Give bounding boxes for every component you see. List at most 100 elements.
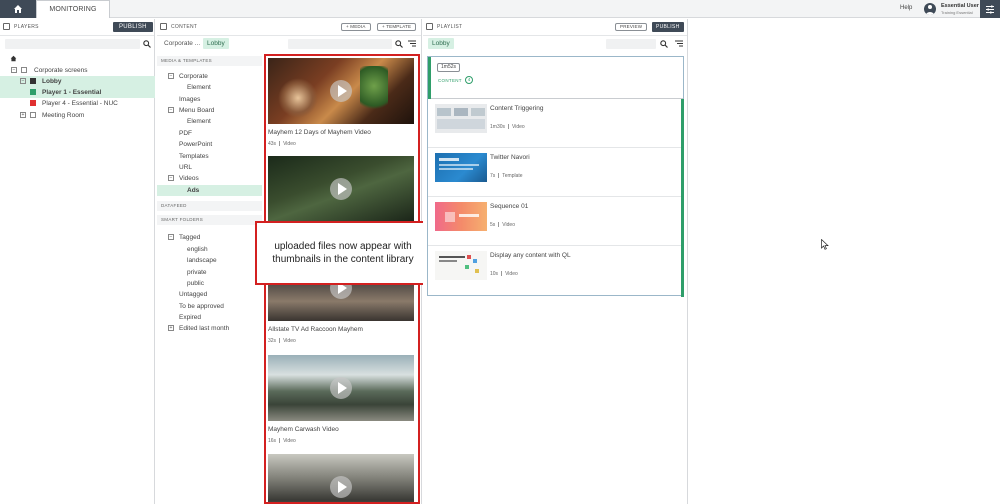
collapse-toggle[interactable]: −: [168, 175, 174, 181]
smart-folder-to-be-approved[interactable]: To be approved: [157, 301, 262, 312]
tree-item-lobby[interactable]: − Lobby: [0, 76, 155, 87]
tree-item-player-1[interactable]: Player 1 - Essential: [0, 87, 155, 98]
add-template-button[interactable]: + TEMPLATE: [377, 23, 417, 31]
playlist-duration: 1m52s: [437, 63, 461, 72]
root-home-icon[interactable]: [10, 55, 17, 62]
collapse-toggle[interactable]: −: [168, 73, 174, 79]
playlist-item-meta: 1m30s Video: [490, 124, 525, 130]
settings-sliders-icon: [986, 5, 994, 13]
playlist-item[interactable]: Sequence 01 5s Video: [428, 197, 681, 246]
folder-label: Templates: [179, 153, 209, 160]
media-meta: 32s Video: [268, 338, 414, 344]
folder-label: Tagged: [179, 234, 201, 241]
media-card[interactable]: Mayhem Carwash Video 16s Video: [268, 355, 414, 444]
media-duration: 32s: [268, 338, 277, 344]
play-icon[interactable]: [330, 178, 352, 200]
smart-folder-landscape[interactable]: landscape: [157, 255, 262, 266]
collapse-toggle[interactable]: −: [11, 67, 17, 73]
folder-menu-board[interactable]: − Menu Board: [157, 105, 262, 116]
content-icon: [160, 23, 167, 30]
checkbox[interactable]: [21, 67, 27, 73]
media-thumbnail[interactable]: [268, 156, 414, 222]
user-avatar-icon[interactable]: [924, 3, 936, 15]
section-datafeed[interactable]: DATAFEED: [157, 201, 262, 211]
annotation-callout: uploaded files now appear with thumbnail…: [255, 221, 431, 285]
playlist-item-duration: 1m30s: [490, 124, 506, 130]
playlist-search-input[interactable]: [606, 39, 656, 49]
playlist-item-title: Display any content with QL: [490, 252, 571, 259]
folder-url[interactable]: URL: [157, 162, 262, 173]
tree-item-meeting-room[interactable]: + Meeting Room: [0, 110, 155, 121]
search-icon[interactable]: [143, 40, 151, 48]
folder-element[interactable]: Element: [157, 82, 262, 93]
folder-ads[interactable]: Ads: [157, 185, 262, 196]
checkbox[interactable]: [30, 78, 36, 84]
playlist-item[interactable]: Content Triggering 1m30s Video: [428, 99, 681, 148]
collapse-toggle[interactable]: −: [168, 107, 174, 113]
media-thumbnail[interactable]: [268, 454, 414, 504]
collapse-toggle[interactable]: −: [168, 234, 174, 240]
user-name[interactable]: Essential User: [941, 3, 979, 9]
playlist-item[interactable]: Display any content with QL 10s Video: [428, 246, 681, 295]
accent-bar: [681, 99, 684, 297]
smart-folder-untagged[interactable]: Untagged: [157, 289, 262, 300]
playlist-publish-button[interactable]: PUBLISH: [652, 22, 684, 32]
folder-corporate[interactable]: − Corporate: [157, 71, 262, 82]
players-search-input[interactable]: [5, 39, 140, 49]
content-search-input[interactable]: [288, 39, 392, 49]
content-label: CONTENT: [438, 78, 462, 83]
add-media-button[interactable]: + MEDIA: [341, 23, 371, 31]
media-card[interactable]: Mayhem 12 Days of Mayhem Video 43s Video: [268, 58, 414, 147]
play-icon[interactable]: [330, 476, 352, 498]
smart-folder-tagged[interactable]: − Tagged: [157, 232, 262, 243]
breadcrumb-chip[interactable]: Lobby: [203, 38, 229, 49]
smart-folder-public[interactable]: public: [157, 278, 262, 289]
checkbox[interactable]: [30, 89, 36, 95]
smart-folder-expired[interactable]: Expired: [157, 312, 262, 323]
checkbox[interactable]: [30, 112, 36, 118]
players-publish-button[interactable]: PUBLISH: [113, 22, 153, 32]
folder-videos[interactable]: − Videos: [157, 173, 262, 184]
media-type: Video: [283, 438, 296, 444]
help-link[interactable]: Help: [900, 5, 912, 11]
smart-folder-edited-last-month[interactable]: + Edited last month: [157, 323, 262, 334]
expand-toggle[interactable]: +: [168, 325, 174, 331]
folder-images[interactable]: Images: [157, 94, 262, 105]
tab-monitoring[interactable]: MONITORING: [36, 0, 110, 18]
breadcrumb[interactable]: Corporate ...: [164, 40, 200, 47]
search-icon[interactable]: [395, 40, 403, 48]
filter-icon[interactable]: [408, 40, 416, 48]
tree-item-corporate-screens[interactable]: − Corporate screens: [0, 65, 155, 76]
playlist-thumbnail: [435, 202, 487, 231]
preview-button[interactable]: PREVIEW: [615, 23, 648, 31]
expand-toggle[interactable]: +: [20, 112, 26, 118]
playlist-chip[interactable]: Lobby: [428, 38, 454, 49]
collapse-toggle[interactable]: −: [20, 78, 26, 84]
folder-label: Menu Board: [179, 107, 215, 114]
playlist-item-type: Video: [512, 124, 525, 130]
folder-element-2[interactable]: Element: [157, 116, 262, 127]
media-card[interactable]: [268, 454, 414, 504]
media-duration: 43s: [268, 141, 277, 147]
smart-folder-private[interactable]: private: [157, 267, 262, 278]
filter-icon[interactable]: [675, 40, 683, 48]
play-icon[interactable]: [330, 80, 352, 102]
checkbox[interactable]: [30, 100, 36, 106]
folder-pdf[interactable]: PDF: [157, 128, 262, 139]
home-button[interactable]: [0, 0, 36, 18]
settings-button[interactable]: [980, 0, 1000, 18]
media-thumbnail[interactable]: [268, 355, 414, 421]
media-title: Mayhem Carwash Video: [268, 426, 339, 433]
search-icon[interactable]: [660, 40, 668, 48]
smart-folder-english[interactable]: english: [157, 244, 262, 255]
players-header: PLAYERS PUBLISH: [0, 19, 154, 36]
media-thumbnail[interactable]: [268, 58, 414, 124]
media-meta: 16s Video: [268, 438, 414, 444]
tree-item-player-4[interactable]: Player 4 - Essential - NUC: [0, 98, 155, 109]
folder-powerpoint[interactable]: PowerPoint: [157, 139, 262, 150]
playlist-item-duration: 10s: [490, 271, 499, 277]
playlist-item[interactable]: Twitter Navori 7s Template: [428, 148, 681, 197]
folder-templates[interactable]: Templates: [157, 151, 262, 162]
play-icon[interactable]: [330, 377, 352, 399]
media-card[interactable]: [268, 156, 414, 222]
